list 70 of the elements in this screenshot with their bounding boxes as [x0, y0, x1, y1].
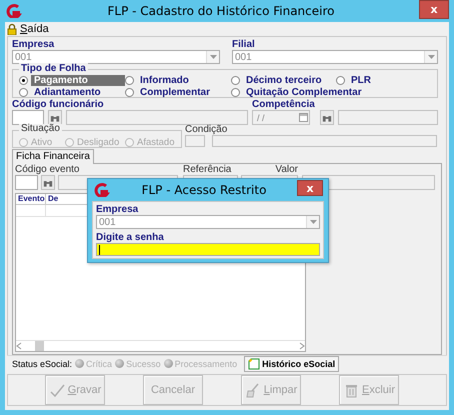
- column-header: De: [47, 194, 58, 204]
- search-button[interactable]: [320, 110, 334, 126]
- option-label: Complementar: [139, 86, 212, 98]
- broom-icon: [244, 382, 261, 398]
- field-label: Empresa: [12, 39, 56, 50]
- radio-button[interactable]: [231, 88, 240, 97]
- horizontal-scrollbar[interactable]: [16, 340, 305, 351]
- status-text: Sucesso: [126, 358, 161, 368]
- option-label: Quitação Complementar: [245, 86, 363, 98]
- option-label: Informado: [139, 74, 190, 86]
- field-label: Código evento: [15, 165, 80, 176]
- code-field: [185, 135, 205, 148]
- radio-button[interactable]: [19, 76, 28, 85]
- field-label: Empresa: [96, 204, 140, 215]
- date-field[interactable]: / /: [252, 110, 310, 126]
- company-dropdown[interactable]: 001: [12, 50, 220, 64]
- password-field[interactable]: [96, 243, 320, 256]
- lock-icon: [7, 22, 17, 35]
- field-label: Competência: [252, 99, 316, 110]
- radio-button[interactable]: [336, 76, 345, 85]
- option-label: Décimo terceiro: [245, 74, 323, 86]
- scroll-right-icon[interactable]: [299, 342, 305, 350]
- calendar-icon: [299, 113, 308, 122]
- field-label: Filial: [232, 39, 256, 50]
- status-text: Crítica: [86, 358, 112, 368]
- dropdown-arrow-icon: [210, 55, 216, 60]
- field-label: Valor: [275, 165, 298, 176]
- option-label: Pagamento: [31, 74, 125, 86]
- field-label: Código funcionário: [12, 99, 105, 110]
- radio-button[interactable]: [125, 88, 134, 97]
- group-title: Tipo de Folha: [19, 63, 88, 74]
- status-text: Processamento: [174, 358, 238, 368]
- field-label: Digite a senha: [96, 232, 165, 243]
- dropdown-arrow-icon: [310, 220, 316, 224]
- check-icon: [48, 382, 65, 398]
- option-label: Desligado: [77, 136, 120, 148]
- group-title: Situação: [19, 124, 62, 134]
- field-label: Referência: [183, 165, 232, 176]
- document-icon: [248, 358, 260, 370]
- status-light-icon: [75, 359, 84, 368]
- window-title: FLP - Cadastro do Histórico Financeiro: [106, 4, 336, 18]
- input-field[interactable]: [12, 110, 44, 126]
- logo-icon: [93, 183, 111, 197]
- close-button[interactable]: x: [419, 0, 449, 18]
- input-field[interactable]: [15, 175, 38, 190]
- option-label: Afastado: [137, 136, 174, 148]
- option-label: Adiantamento: [33, 86, 102, 98]
- radio-button[interactable]: [125, 76, 134, 85]
- option-label: Ativo: [31, 136, 52, 148]
- radio-button[interactable]: [231, 76, 240, 85]
- menu-item[interactable]: Saída: [20, 22, 49, 35]
- dropdown-arrow-icon: [428, 55, 434, 60]
- scroll-thumb[interactable]: [35, 341, 44, 351]
- logo-icon: [5, 4, 23, 18]
- close-button[interactable]: x: [297, 180, 323, 196]
- history-button[interactable]: Histórico eSocial: [244, 356, 340, 372]
- field-label: Condição: [185, 125, 228, 136]
- status-light-icon: [115, 359, 124, 368]
- option-label: PLR: [350, 74, 372, 86]
- column-header: Evento: [16, 194, 46, 204]
- tab[interactable]: Ficha Financeira: [12, 149, 94, 164]
- status-light-icon: [164, 359, 173, 368]
- radio-button[interactable]: [19, 88, 28, 97]
- status-label: Status eSocial:: [12, 358, 72, 368]
- trash-icon: [343, 382, 359, 398]
- search-button[interactable]: [41, 175, 55, 190]
- company-dropdown[interactable]: 001: [96, 215, 320, 229]
- scroll-left-icon[interactable]: [16, 342, 22, 350]
- branch-dropdown[interactable]: 001: [232, 50, 438, 64]
- search-button[interactable]: [48, 110, 62, 126]
